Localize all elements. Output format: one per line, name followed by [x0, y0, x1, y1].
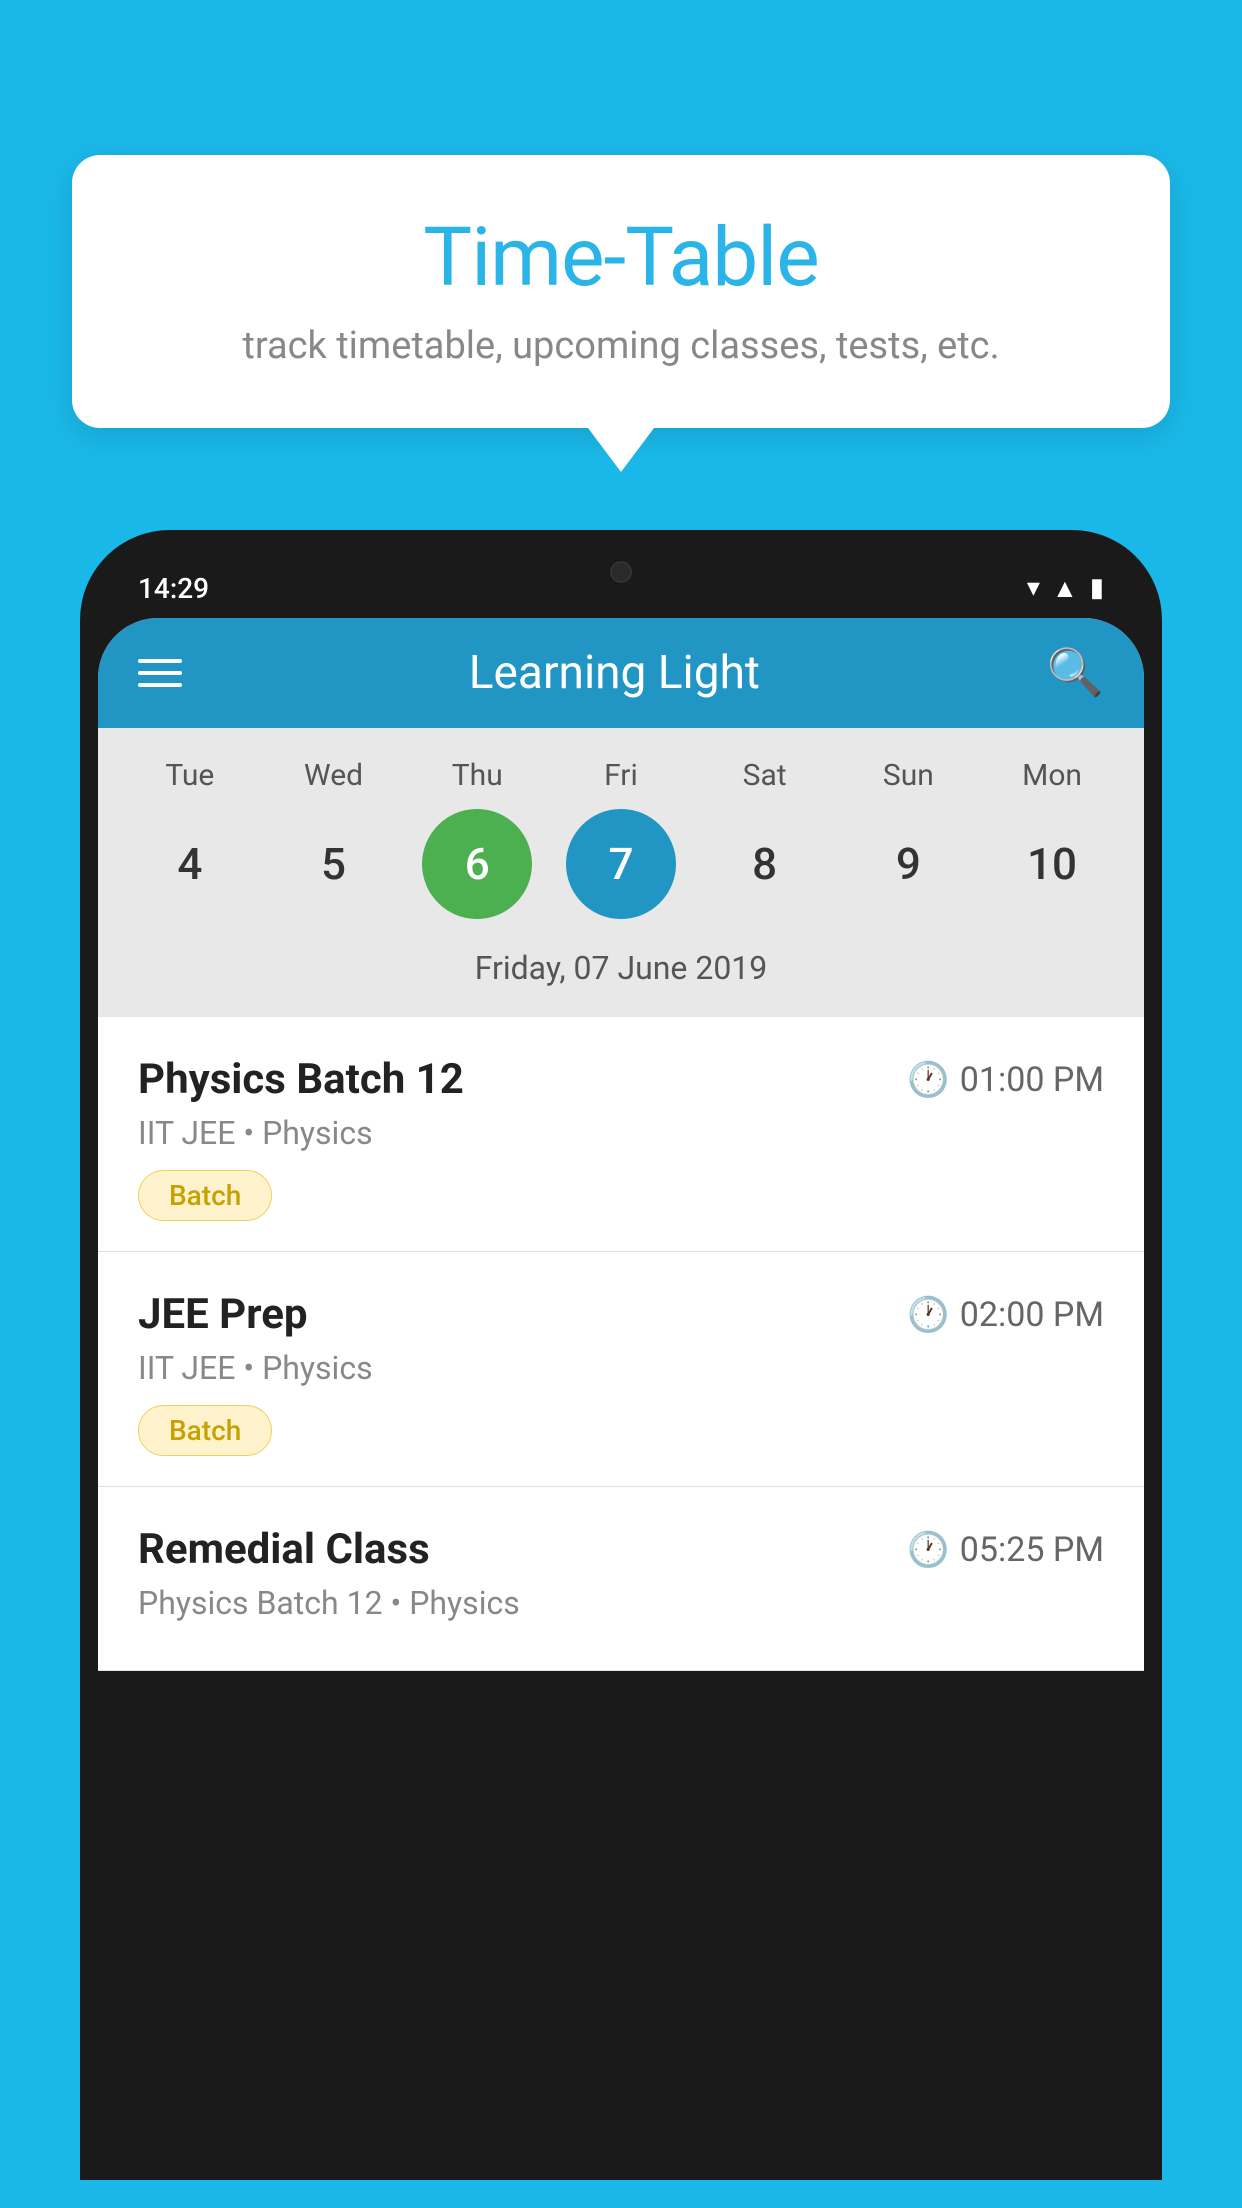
- schedule-item[interactable]: Physics Batch 12 🕐 01:00 PM IIT JEE • Ph…: [98, 1017, 1144, 1252]
- phone-outer: 14:29 ▾ ▲ ▮ Learning Light 🔍: [80, 530, 1162, 2180]
- app-bar: Learning Light 🔍: [98, 618, 1144, 728]
- signal-icon: ▲: [1052, 573, 1078, 604]
- wifi-icon: ▾: [1027, 573, 1040, 603]
- date-item[interactable]: 10: [997, 809, 1107, 919]
- day-label: Thu: [417, 758, 537, 793]
- app-title: Learning Light: [469, 646, 760, 700]
- schedule-time: 🕐 02:00 PM: [907, 1295, 1104, 1335]
- schedule-title: Physics Batch 12: [138, 1055, 464, 1104]
- date-item[interactable]: 4: [135, 809, 245, 919]
- clock-icon: 🕐: [907, 1295, 949, 1335]
- date-item[interactable]: 7: [566, 809, 676, 919]
- clock-icon: 🕐: [907, 1530, 949, 1570]
- schedule-list: Physics Batch 12 🕐 01:00 PM IIT JEE • Ph…: [98, 1017, 1144, 1671]
- phone-wrapper: 14:29 ▾ ▲ ▮ Learning Light 🔍: [80, 530, 1162, 2208]
- schedule-subtitle: IIT JEE • Physics: [138, 1349, 1104, 1387]
- bubble-subtitle: track timetable, upcoming classes, tests…: [112, 324, 1130, 368]
- schedule-item[interactable]: Remedial Class 🕐 05:25 PM Physics Batch …: [98, 1487, 1144, 1671]
- schedule-item[interactable]: JEE Prep 🕐 02:00 PM IIT JEE • Physics Ba…: [98, 1252, 1144, 1487]
- date-item[interactable]: 6: [422, 809, 532, 919]
- schedule-title: JEE Prep: [138, 1290, 308, 1339]
- day-label: Fri: [561, 758, 681, 793]
- day-label: Sat: [705, 758, 825, 793]
- date-item[interactable]: 9: [853, 809, 963, 919]
- batch-tag: Batch: [138, 1170, 272, 1221]
- schedule-title: Remedial Class: [138, 1525, 430, 1574]
- dates-row: 456789 10: [118, 809, 1124, 919]
- schedule-subtitle: Physics Batch 12 • Physics: [138, 1584, 1104, 1622]
- schedule-item-header: JEE Prep 🕐 02:00 PM: [138, 1290, 1104, 1339]
- status-bar: 14:29 ▾ ▲ ▮: [98, 548, 1144, 618]
- menu-button[interactable]: [138, 659, 182, 687]
- search-icon[interactable]: 🔍: [1047, 646, 1104, 700]
- date-item[interactable]: 5: [279, 809, 389, 919]
- battery-icon: ▮: [1090, 573, 1104, 603]
- schedule-item-header: Physics Batch 12 🕐 01:00 PM: [138, 1055, 1104, 1104]
- day-label: Mon: [992, 758, 1112, 793]
- batch-tag: Batch: [138, 1405, 272, 1456]
- date-item[interactable]: 8: [710, 809, 820, 919]
- phone-notch: [531, 548, 711, 596]
- day-label: Tue: [130, 758, 250, 793]
- camera-dot: [610, 561, 632, 583]
- status-icons: ▾ ▲ ▮: [1027, 573, 1104, 604]
- schedule-time: 🕐 05:25 PM: [907, 1530, 1104, 1570]
- day-label: Wed: [274, 758, 394, 793]
- selected-date-label: Friday, 07 June 2019: [118, 939, 1124, 1007]
- schedule-item-header: Remedial Class 🕐 05:25 PM: [138, 1525, 1104, 1574]
- schedule-time: 🕐 01:00 PM: [907, 1060, 1104, 1100]
- days-header: Tue Wed Thu Fri Sat Sun Mon: [118, 758, 1124, 793]
- calendar-section: Tue Wed Thu Fri Sat Sun Mon 456789 10 Friday, 0…: [98, 728, 1144, 1017]
- day-label: Sun: [848, 758, 968, 793]
- bubble-title: Time-Table: [112, 210, 1130, 306]
- phone-screen: Learning Light 🔍 Tue Wed Thu Fri Sat Sun Mon 4…: [98, 618, 1144, 1671]
- status-time: 14:29: [138, 572, 209, 605]
- speech-bubble: Time-Table track timetable, upcoming cla…: [72, 155, 1170, 428]
- clock-icon: 🕐: [907, 1060, 949, 1100]
- speech-bubble-container: Time-Table track timetable, upcoming cla…: [72, 155, 1170, 428]
- schedule-subtitle: IIT JEE • Physics: [138, 1114, 1104, 1152]
